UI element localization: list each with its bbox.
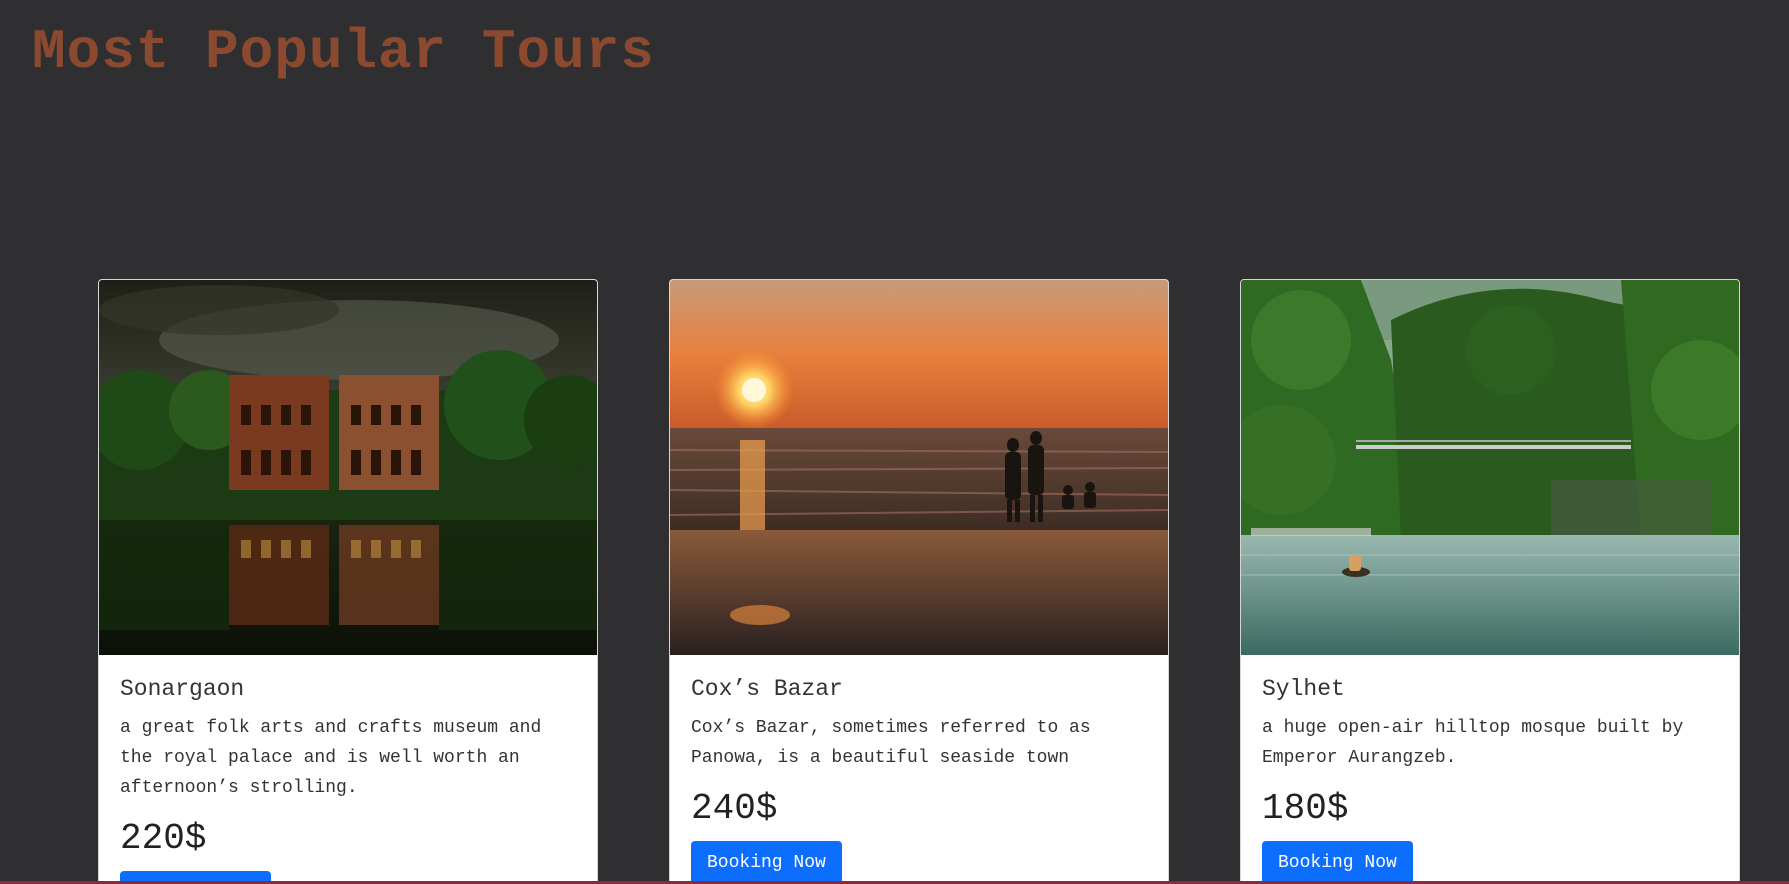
tour-price: 240$ — [691, 788, 778, 829]
tour-price: 180$ — [1262, 788, 1349, 829]
river-bridge-image — [1241, 280, 1739, 655]
tour-price: 220$ — [120, 818, 207, 859]
tour-description: a huge open-air hilltop mosque built by … — [1262, 718, 1684, 768]
booking-now-button[interactable]: Booking Now — [691, 841, 842, 884]
tour-card-sonargaon: Sonargaon a great folk arts and crafts m… — [98, 279, 598, 884]
tour-description: a great folk arts and crafts museum and … — [120, 718, 542, 798]
tour-card-sylhet: Sylhet a huge open-air hilltop mosque bu… — [1240, 279, 1740, 884]
tour-card-coxs-bazar: Cox’s Bazar Cox’s Bazar, sometimes refer… — [669, 279, 1169, 884]
tour-name: Sylhet — [1262, 676, 1345, 702]
tour-name: Cox’s Bazar — [691, 676, 843, 702]
booking-now-button[interactable]: Booking Now — [1262, 841, 1413, 884]
page-title: Most Popular Tours — [32, 20, 655, 84]
palace-reflection-image — [99, 280, 597, 655]
page: Most Popular Tours Sonargaon a great fol… — [0, 0, 1789, 884]
card-body: Sonargaon a great folk arts and crafts m… — [99, 655, 597, 884]
card-body: Sylhet a huge open-air hilltop mosque bu… — [1241, 655, 1739, 884]
tour-description: Cox’s Bazar, sometimes referred to as Pa… — [691, 718, 1091, 768]
card-body: Cox’s Bazar Cox’s Bazar, sometimes refer… — [670, 655, 1168, 884]
beach-sunset-image — [670, 280, 1168, 655]
tour-name: Sonargaon — [120, 676, 245, 702]
